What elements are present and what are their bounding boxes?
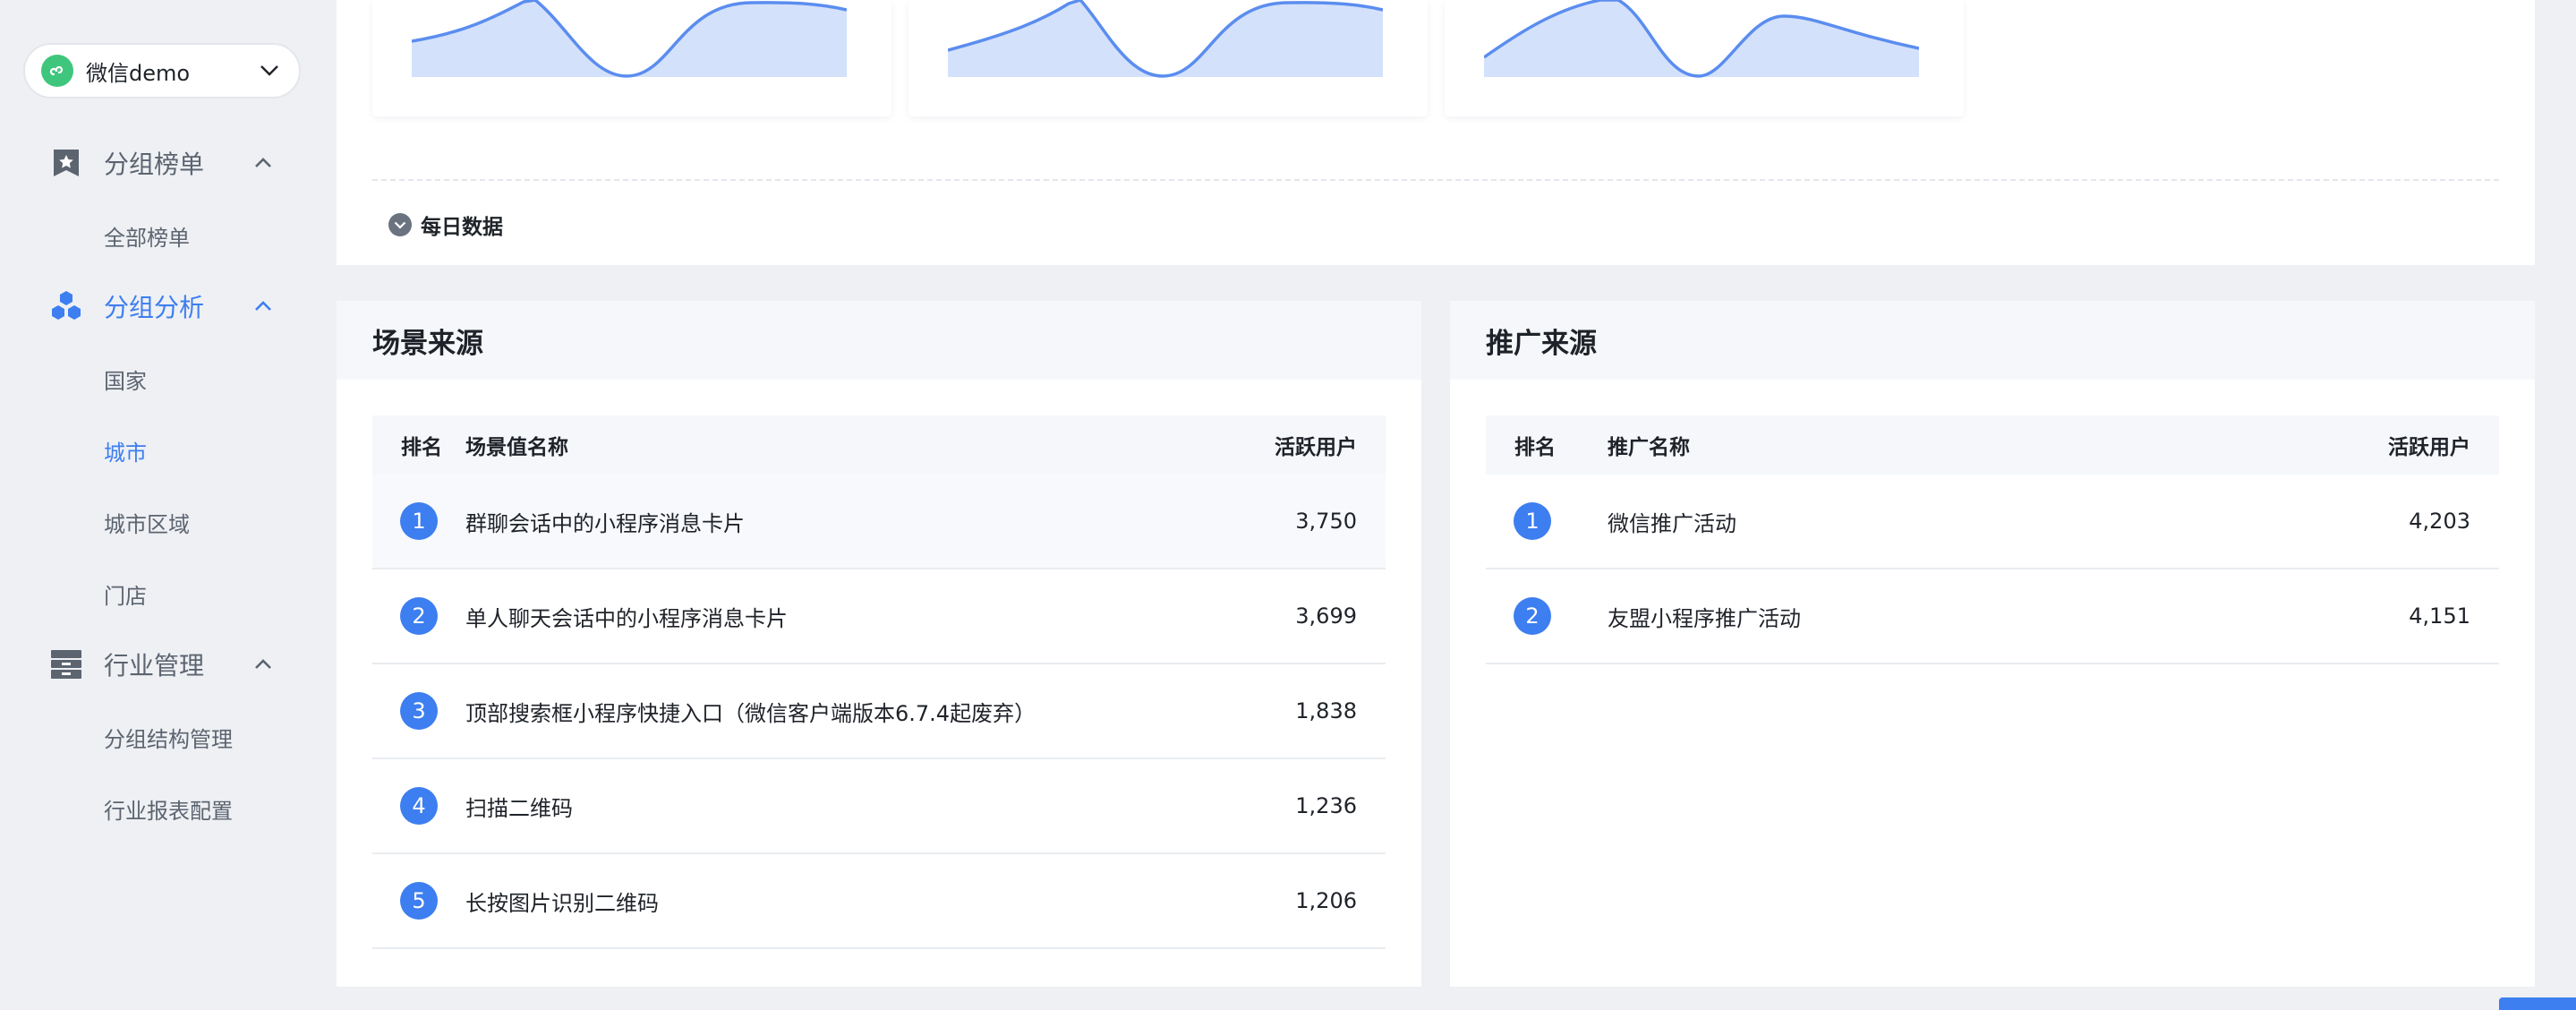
daily-data-label: 每日数据	[421, 216, 503, 239]
archive-box-icon	[50, 648, 82, 680]
rank-badge: 4	[400, 787, 438, 825]
nav-group-label: 分组分析	[104, 293, 205, 322]
active-users-value: 1,838	[1295, 698, 1357, 723]
sparkline-card	[1445, 0, 1964, 116]
sparkline-card	[372, 0, 891, 116]
chevron-up-icon	[255, 301, 271, 311]
promo-source-panel: 推广来源 排名 推广名称 活跃用户 1 微信推广活动 4,203 2 友盟小程序…	[1450, 301, 2535, 987]
trend-card: 每日数据	[337, 0, 2535, 265]
rank-badge: 5	[400, 882, 438, 920]
nav-group-analysis[interactable]: 分组分析	[0, 279, 337, 333]
column-header-active-users: 活跃用户	[2388, 436, 2470, 459]
divider	[372, 179, 2499, 181]
table-row[interactable]: 2 友盟小程序推广活动 4,151	[1486, 569, 2499, 664]
nav-group-label: 行业管理	[104, 651, 205, 680]
sidebar-item-all-rankings[interactable]: 全部榜单	[104, 213, 190, 258]
scene-name: 群聊会话中的小程序消息卡片	[465, 510, 745, 536]
promo-source-table: 排名 推广名称 活跃用户 1 微信推广活动 4,203 2 友盟小程序推广活动 …	[1486, 415, 2499, 664]
sparkline-chart	[1484, 0, 1919, 78]
table-row[interactable]: 4 扫描二维码 1,236	[372, 759, 1386, 854]
column-header-rank: 排名	[401, 436, 442, 459]
daily-data-toggle[interactable]: 每日数据	[388, 211, 503, 239]
scene-name: 长按图片识别二维码	[465, 890, 659, 916]
column-header-name: 推广名称	[1608, 436, 1690, 459]
sidebar-item-city-region[interactable]: 城市区域	[104, 500, 190, 544]
app-name: 微信demo	[86, 60, 191, 86]
table-row[interactable]: 1 微信推广活动 4,203	[1486, 475, 2499, 569]
nav-group-label: 分组榜单	[104, 150, 205, 179]
sidebar-item-group-structure[interactable]: 分组结构管理	[104, 715, 233, 759]
scene-name: 扫描二维码	[465, 795, 573, 821]
promo-name: 友盟小程序推广活动	[1608, 605, 1801, 631]
floating-action-button[interactable]	[2499, 997, 2576, 1010]
sparkline-card	[908, 0, 1428, 116]
panel-title: 推广来源	[1450, 301, 2535, 380]
scene-name: 顶部搜索框小程序快捷入口（微信客户端版本6.7.4起废弃）	[465, 700, 1036, 726]
rank-badge: 1	[400, 502, 438, 540]
promo-name: 微信推广活动	[1608, 510, 1736, 536]
rank-badge: 2	[400, 597, 438, 635]
app-switcher[interactable]: 微信demo	[23, 43, 301, 98]
table-row[interactable]: 5 长按图片识别二维码 1,206	[372, 854, 1386, 949]
nav-group-ranking[interactable]: 分组榜单	[0, 136, 337, 190]
rank-badge: 2	[1514, 597, 1551, 635]
table-row[interactable]: 1 群聊会话中的小程序消息卡片 3,750	[372, 475, 1386, 569]
mini-program-logo-icon	[41, 55, 73, 87]
table-row[interactable]: 3 顶部搜索框小程序快捷入口（微信客户端版本6.7.4起废弃） 1,838	[372, 664, 1386, 759]
table-header: 排名 场景值名称 活跃用户	[372, 415, 1386, 475]
sidebar-item-country[interactable]: 国家	[104, 356, 147, 401]
rank-badge: 1	[1514, 502, 1551, 540]
scene-source-table: 排名 场景值名称 活跃用户 1 群聊会话中的小程序消息卡片 3,750 2 单人…	[372, 415, 1386, 949]
sidebar-item-store[interactable]: 门店	[104, 571, 147, 616]
column-header-rank: 排名	[1514, 436, 1556, 459]
column-header-active-users: 活跃用户	[1275, 436, 1357, 459]
panel-title: 场景来源	[337, 301, 1421, 380]
chevron-down-icon	[260, 65, 278, 76]
sparkline-chart	[412, 0, 847, 78]
table-header: 排名 推广名称 活跃用户	[1486, 415, 2499, 475]
star-bookmark-icon	[50, 147, 82, 179]
active-users-value: 1,206	[1295, 888, 1357, 913]
rank-badge: 3	[400, 692, 438, 730]
hexagon-cluster-icon	[50, 290, 82, 322]
table-row[interactable]: 2 单人聊天会话中的小程序消息卡片 3,699	[372, 569, 1386, 664]
active-users-value: 4,151	[2409, 603, 2470, 629]
active-users-value: 3,699	[1295, 603, 1357, 629]
active-users-value: 3,750	[1295, 509, 1357, 534]
app-root: 微信demo 分组榜单 全部榜单 分组分析 国家 城市 城市区域 门店 行业管理…	[0, 0, 2576, 1010]
chevron-down-circle-icon	[388, 213, 412, 236]
chevron-up-icon	[255, 659, 271, 669]
nav-group-industry[interactable]: 行业管理	[0, 638, 337, 691]
sidebar-item-city[interactable]: 城市	[104, 428, 147, 473]
sparkline-chart	[948, 0, 1383, 78]
sidebar: 微信demo 分组榜单 全部榜单 分组分析 国家 城市 城市区域 门店 行业管理…	[0, 0, 337, 1010]
scene-source-panel: 场景来源 排名 场景值名称 活跃用户 1 群聊会话中的小程序消息卡片 3,750…	[337, 301, 1421, 987]
column-header-name: 场景值名称	[465, 436, 568, 459]
active-users-value: 1,236	[1295, 793, 1357, 818]
chevron-up-icon	[255, 158, 271, 167]
scene-name: 单人聊天会话中的小程序消息卡片	[465, 605, 788, 631]
active-users-value: 4,203	[2409, 509, 2470, 534]
sidebar-item-report-config[interactable]: 行业报表配置	[104, 786, 233, 831]
